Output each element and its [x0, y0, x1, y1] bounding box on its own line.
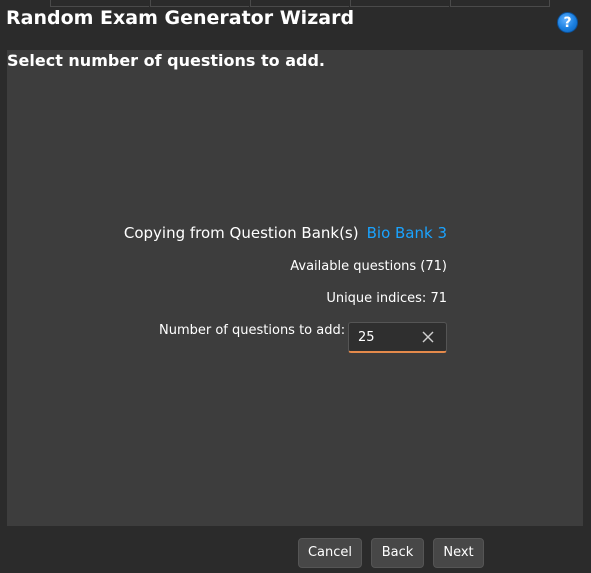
question-bank-link[interactable]: Bio Bank 3 [367, 224, 447, 242]
next-button[interactable]: Next [433, 538, 484, 568]
unique-indices-text: Unique indices: 71 [326, 291, 447, 306]
title-bar: Random Exam Generator Wizard ? [0, 0, 591, 44]
wizard-window: Random Exam Generator Wizard ? Select nu… [0, 0, 591, 573]
questions-to-add-label: Number of questions to add: [159, 323, 346, 338]
help-icon[interactable]: ? [557, 12, 578, 33]
wizard-footer: Cancel Back Next [0, 526, 591, 573]
questions-to-add-field[interactable] [348, 322, 447, 353]
available-questions-text: Available questions (71) [290, 259, 447, 274]
wizard-content-panel: Select number of questions to add. Copyi… [7, 50, 583, 526]
questions-to-add-input[interactable] [358, 327, 413, 347]
back-button[interactable]: Back [371, 538, 424, 568]
step-heading: Select number of questions to add. [7, 51, 325, 70]
copy-source-label: Copying from Question Bank(s) [123, 224, 359, 242]
copy-source-row: Copying from Question Bank(s) Bio Bank 3 [124, 224, 447, 242]
clear-icon[interactable] [420, 329, 436, 345]
cancel-button[interactable]: Cancel [298, 538, 362, 568]
window-title: Random Exam Generator Wizard [6, 7, 355, 29]
